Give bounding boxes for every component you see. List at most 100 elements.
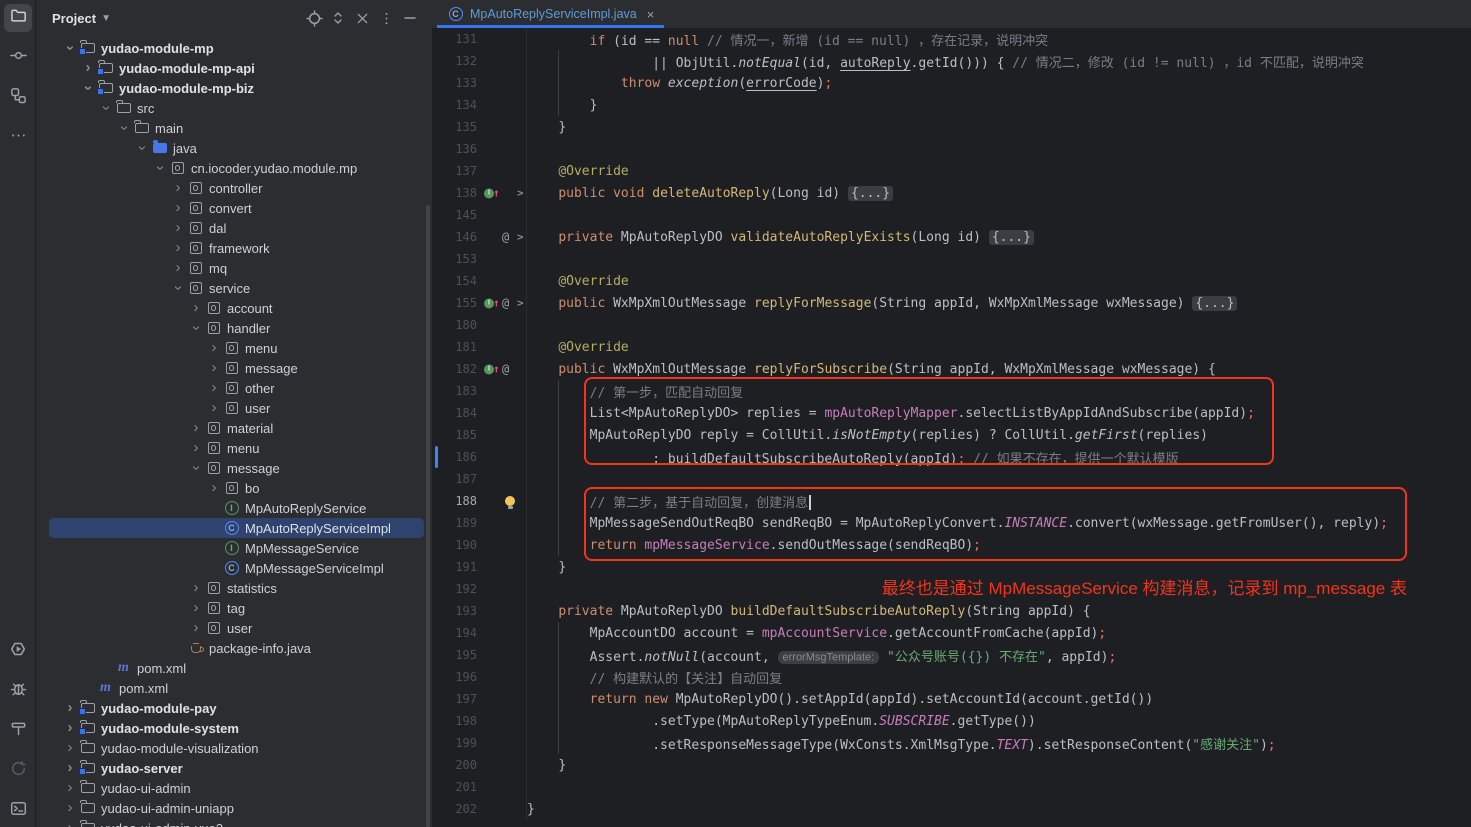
tree-item-menu[interactable]: ›menu (36, 338, 432, 358)
structure-tool-button[interactable] (4, 84, 32, 112)
commit-tool-button[interactable] (4, 44, 32, 72)
overrides-method-icon[interactable]: I↑ (484, 187, 500, 200)
annotation-gutter-icon[interactable]: @ (502, 363, 509, 375)
code-text[interactable]: Assert.notNull(account, errorMsgTemplate… (527, 646, 1471, 665)
chevron-collapsed-icon[interactable]: › (169, 218, 187, 238)
tree-item-package-info-java[interactable]: ›package-info.java (36, 638, 432, 658)
chevron-collapsed-icon[interactable]: › (61, 718, 79, 738)
close-icon[interactable]: × (647, 7, 655, 22)
tree-item-framework[interactable]: ›framework (36, 238, 432, 258)
code-text[interactable]: || ObjUtil.notEqual(id, autoReply.getId(… (527, 52, 1471, 71)
chevron-expanded-icon[interactable]: › (186, 319, 206, 337)
tree-item-mpautoreplyservice[interactable]: ›IMpAutoReplyService (36, 498, 432, 518)
tree-item-pom-xml[interactable]: ›mpom.xml (36, 678, 432, 698)
tree-item-yudao-module-mp[interactable]: ›yudao-module-mp (36, 38, 432, 58)
chevron-expanded-icon[interactable]: › (96, 99, 116, 117)
code-text[interactable]: @Override (527, 274, 1471, 289)
chevron-collapsed-icon[interactable]: › (61, 758, 79, 778)
code-text[interactable]: private MpAutoReplyDO validateAutoReplyE… (527, 230, 1471, 245)
code-text[interactable]: public WxMpXmlOutMessage replyForMessage… (527, 296, 1471, 311)
chevron-collapsed-icon[interactable]: › (187, 418, 205, 438)
annotation-gutter-icon[interactable]: @ (502, 231, 509, 243)
hide-panel-button[interactable] (398, 6, 422, 30)
chevron-collapsed-icon[interactable]: › (205, 478, 223, 498)
tree-item-controller[interactable]: ›controller (36, 178, 432, 198)
chevron-expanded-icon[interactable]: › (150, 159, 170, 177)
tree-item-yudao-ui-admin-uniapp[interactable]: ›yudao-ui-admin-uniapp (36, 798, 432, 818)
project-panel-title[interactable]: Project (52, 11, 96, 26)
debug-tool-button[interactable] (4, 677, 32, 705)
chevron-collapsed-icon[interactable]: › (205, 378, 223, 398)
vcs-change-marker[interactable] (435, 446, 438, 468)
chevron-down-icon[interactable]: ▼ (101, 13, 111, 24)
tree-item-message[interactable]: ›message (36, 358, 432, 378)
chevron-collapsed-icon[interactable]: › (169, 238, 187, 258)
tree-item-yudao-module-visualization[interactable]: ›yudao-module-visualization (36, 738, 432, 758)
tree-item-yudao-ui-admin-vue3[interactable]: ›yudao-ui-admin-vue3 (36, 818, 432, 827)
updates-tool-button[interactable] (4, 757, 32, 785)
terminal-tool-button[interactable] (4, 797, 32, 825)
chevron-collapsed-icon[interactable]: › (61, 738, 79, 758)
code-text[interactable]: throw exception(errorCode); (527, 76, 1471, 91)
chevron-collapsed-icon[interactable]: › (61, 698, 79, 718)
chevron-collapsed-icon[interactable]: › (187, 298, 205, 318)
chevron-collapsed-icon[interactable]: › (205, 358, 223, 378)
chevron-collapsed-icon[interactable]: › (61, 778, 79, 798)
annotation-gutter-icon[interactable]: @ (502, 297, 509, 309)
code-text[interactable]: return new MpAutoReplyDO().setAppId(appI… (527, 692, 1471, 707)
tree-item-yudao-module-mp-biz[interactable]: ›yudao-module-mp-biz (36, 78, 432, 98)
code-text[interactable]: } (527, 802, 1471, 817)
tree-scrollbar[interactable] (426, 205, 430, 827)
tree-item-statistics[interactable]: ›statistics (36, 578, 432, 598)
chevron-collapsed-icon[interactable]: › (61, 818, 79, 827)
tree-item-yudao-module-mp-api[interactable]: ›yudao-module-mp-api (36, 58, 432, 78)
tree-item-account[interactable]: ›account (36, 298, 432, 318)
code-text[interactable]: @Override (527, 164, 1471, 179)
tree-item-user[interactable]: ›user (36, 398, 432, 418)
code-text[interactable]: private MpAutoReplyDO buildDefaultSubscr… (527, 604, 1471, 619)
tree-item-mpmessageserviceimpl[interactable]: ›CMpMessageServiceImpl (36, 558, 432, 578)
chevron-collapsed-icon[interactable]: › (187, 598, 205, 618)
fold-arrow-icon[interactable]: > (517, 188, 524, 199)
tree-item-mpmessageservice[interactable]: ›IMpMessageService (36, 538, 432, 558)
tree-item-bo[interactable]: ›bo (36, 478, 432, 498)
chevron-collapsed-icon[interactable]: › (187, 438, 205, 458)
tree-item-user[interactable]: ›user (36, 618, 432, 638)
options-kebab-button[interactable] (374, 6, 398, 30)
chevron-expanded-icon[interactable]: › (60, 39, 80, 57)
tree-item-handler[interactable]: ›handler (36, 318, 432, 338)
more-tools-button[interactable] (4, 124, 32, 152)
tree-item-material[interactable]: ›material (36, 418, 432, 438)
chevron-collapsed-icon[interactable]: › (61, 798, 79, 818)
chevron-collapsed-icon[interactable]: › (187, 578, 205, 598)
chevron-collapsed-icon[interactable]: › (205, 398, 223, 418)
fold-arrow-icon[interactable]: > (517, 232, 524, 243)
tree-item-dal[interactable]: ›dal (36, 218, 432, 238)
code-text[interactable]: .setResponseMessageType(WxConsts.XmlMsgT… (527, 734, 1471, 753)
chevron-collapsed-icon[interactable]: › (169, 178, 187, 198)
chevron-collapsed-icon[interactable]: › (169, 198, 187, 218)
code-text[interactable]: MpAccountDO account = mpAccountService.g… (527, 626, 1471, 641)
code-text[interactable]: // 构建默认的【关注】自动回复 (527, 668, 1471, 687)
code-text[interactable]: } (527, 98, 1471, 113)
code-text[interactable]: public void deleteAutoReply(Long id) {..… (527, 186, 1471, 201)
tree-item-other[interactable]: ›other (36, 378, 432, 398)
collapse-all-button[interactable] (350, 6, 374, 30)
tree-item-menu[interactable]: ›menu (36, 438, 432, 458)
code-text[interactable]: public WxMpXmlOutMessage replyForSubscri… (527, 362, 1471, 377)
chevron-expanded-icon[interactable]: › (132, 139, 152, 157)
chevron-expanded-icon[interactable]: › (114, 119, 134, 137)
tree-item-yudao-module-pay[interactable]: ›yudao-module-pay (36, 698, 432, 718)
services-tool-button[interactable] (4, 637, 32, 665)
chevron-collapsed-icon[interactable]: › (187, 618, 205, 638)
tree-item-src[interactable]: ›src (36, 98, 432, 118)
chevron-collapsed-icon[interactable]: › (205, 338, 223, 358)
tree-item-mpautoreplyserviceimpl[interactable]: ›CMpAutoReplyServiceImpl (36, 518, 432, 538)
locate-file-button[interactable] (302, 6, 326, 30)
build-tool-button[interactable] (4, 717, 32, 745)
code-text[interactable]: if (id == null // 情况一，新增 (id == null) ，存… (527, 30, 1471, 49)
tree-item-yudao-server[interactable]: ›yudao-server (36, 758, 432, 778)
code-text[interactable]: @Override (527, 340, 1471, 355)
tree-item-yudao-ui-admin[interactable]: ›yudao-ui-admin (36, 778, 432, 798)
chevron-expanded-icon[interactable]: › (186, 459, 206, 477)
